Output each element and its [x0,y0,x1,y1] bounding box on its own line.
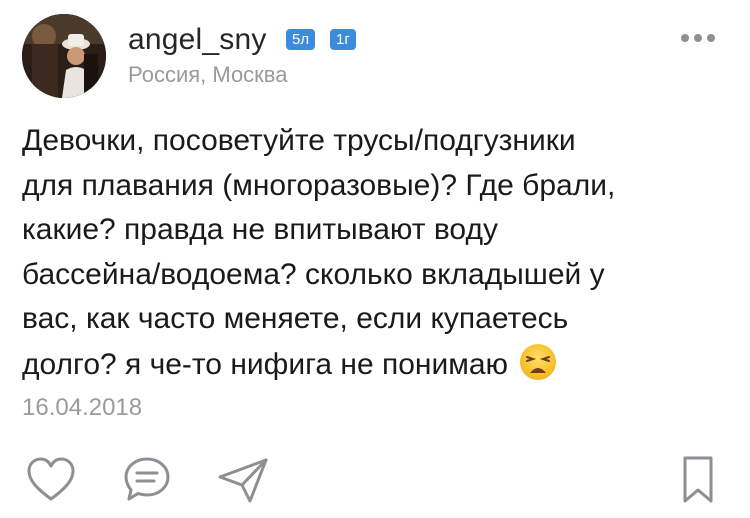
badge-experience: 5л [286,29,316,50]
avatar-image [22,14,106,98]
author-location: Россия, Москва [128,62,288,87]
post-text: Девочки, посоветуйте трусы/подгузники дл… [22,119,732,387]
badge-child-age: 1г [330,29,356,50]
post-date: 16.04.2018 [22,394,143,421]
avatar[interactable] [22,14,106,98]
send-icon[interactable] [216,455,270,505]
username[interactable]: angel_sny [128,22,267,58]
more-dots-icon[interactable] [680,32,716,44]
bookmark-icon[interactable] [680,455,716,505]
heart-icon[interactable] [26,455,76,505]
weary-face-emoji [520,343,557,380]
comment-icon[interactable] [122,455,172,505]
